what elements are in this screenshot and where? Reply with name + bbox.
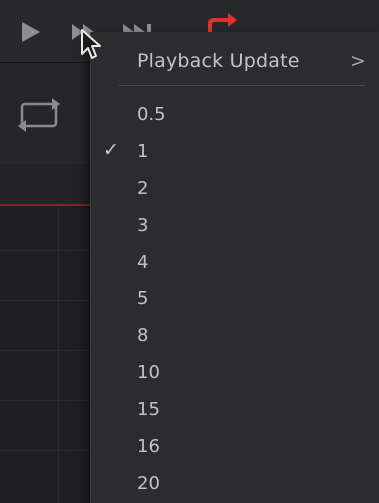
- chevron-right-icon: >: [350, 50, 366, 72]
- menu-item-16[interactable]: 16: [91, 430, 379, 467]
- menu-item-label: 16: [137, 436, 160, 458]
- menu-header-label: Playback Update: [137, 50, 300, 72]
- playback-update-menu: Playback Update > 0.5 ✓ 1 2 3 4 5 8 10 15 16 20: [90, 32, 379, 503]
- menu-item-list: 0.5 ✓ 1 2 3 4 5 8 10 15 16 20: [91, 98, 379, 503]
- menu-item-8[interactable]: 8: [91, 319, 379, 356]
- menu-item-label: 20: [137, 472, 160, 494]
- loop-toggle-icon[interactable]: [14, 94, 68, 136]
- app-window: Playback Update > 0.5 ✓ 1 2 3 4 5 8 10 15 16 20: [0, 0, 379, 503]
- mouse-cursor-icon: [80, 28, 104, 62]
- grid-line: [0, 450, 90, 451]
- panel-ruler-row: [0, 166, 95, 204]
- menu-item-10[interactable]: 10: [91, 356, 379, 393]
- grid-line: [0, 400, 90, 401]
- menu-item-20[interactable]: 20: [91, 467, 379, 503]
- menu-item-label: 0.5: [137, 104, 166, 125]
- play-icon[interactable]: [18, 18, 44, 46]
- grid-line: [0, 250, 90, 251]
- grid-line: [0, 350, 90, 351]
- menu-item-label: 4: [137, 251, 149, 273]
- menu-item-1[interactable]: ✓ 1: [91, 135, 379, 172]
- menu-item-label: 8: [137, 325, 149, 347]
- menu-item-0-5[interactable]: 0.5: [91, 98, 379, 135]
- menu-item-label: 15: [137, 399, 160, 421]
- menu-item-2[interactable]: 2: [91, 172, 379, 209]
- checkmark-icon: ✓: [103, 138, 119, 161]
- menu-item-15[interactable]: 15: [91, 393, 379, 430]
- menu-item-3[interactable]: 3: [91, 209, 379, 246]
- playback-update-submenu[interactable]: Playback Update >: [91, 42, 379, 82]
- menu-item-5[interactable]: 5: [91, 282, 379, 319]
- menu-separator: [119, 85, 365, 86]
- menu-item-label: 2: [137, 177, 149, 199]
- menu-item-label: 10: [137, 362, 160, 384]
- grid-line: [0, 300, 90, 301]
- playhead-range-line: [0, 204, 90, 206]
- menu-item-4[interactable]: 4: [91, 246, 379, 283]
- menu-item-label: 3: [137, 214, 149, 236]
- menu-item-label: 5: [137, 288, 149, 310]
- menu-item-label: 1: [137, 140, 149, 162]
